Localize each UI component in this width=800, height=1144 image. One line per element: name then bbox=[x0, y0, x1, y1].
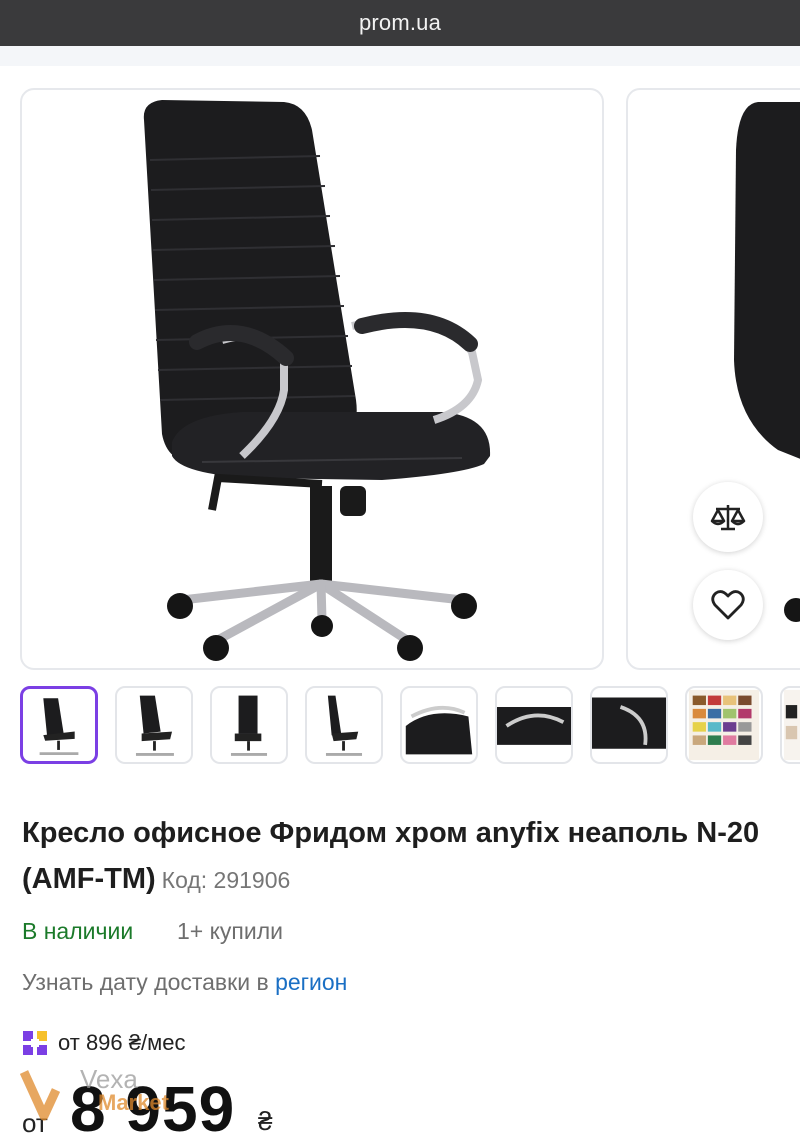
thumbnail-8[interactable] bbox=[685, 686, 763, 764]
thumbnail-2[interactable] bbox=[115, 686, 193, 764]
thumbnail-4[interactable] bbox=[305, 686, 383, 764]
thumbnail-strip[interactable] bbox=[20, 686, 800, 764]
product-title: Кресло офисное Фридом хром anyfix неапол… bbox=[22, 810, 792, 903]
wishlist-button[interactable] bbox=[693, 570, 763, 640]
installment-text: от 896 ₴/мес bbox=[58, 1030, 186, 1055]
watermark-logo: Vexa Market bbox=[19, 1064, 220, 1124]
price-currency: ₴ bbox=[258, 1106, 273, 1136]
watermark-text-2: Market bbox=[98, 1090, 169, 1115]
thumbnail-9[interactable] bbox=[780, 686, 800, 764]
thumbnail-7[interactable] bbox=[590, 686, 668, 764]
office-chair-image bbox=[143, 100, 491, 661]
page-top-strip bbox=[0, 46, 800, 66]
installment-offer[interactable]: от 896 ₴/мес bbox=[22, 1028, 185, 1058]
thumbnail-color-swatches-image bbox=[688, 689, 760, 761]
thumbnail-chair-image bbox=[230, 695, 268, 756]
installment-logo-icon bbox=[23, 1031, 47, 1055]
product-main-photo[interactable] bbox=[20, 88, 604, 670]
thumbnail-5[interactable] bbox=[400, 686, 478, 764]
browser-address-bar[interactable]: prom.ua bbox=[0, 0, 800, 46]
delivery-text: Узнать дату доставки в bbox=[22, 969, 269, 995]
product-code: Код: 291906 bbox=[161, 867, 291, 893]
thumbnail-swatch-card-image bbox=[783, 689, 800, 761]
vexa-logo-icon bbox=[19, 1070, 61, 1121]
thumbnail-6[interactable] bbox=[495, 686, 573, 764]
thumbnail-3[interactable] bbox=[210, 686, 288, 764]
thumbnail-chair-image bbox=[135, 695, 174, 756]
thumbnail-chair-image bbox=[325, 695, 363, 756]
thumbnail-armrest-image bbox=[592, 697, 666, 749]
availability-status: В наличии bbox=[22, 918, 134, 944]
product-title-text: Кресло офисное Фридом хром anyfix неапол… bbox=[22, 817, 760, 895]
url-text: prom.ua bbox=[358, 10, 442, 35]
purchase-count: 1+ купили bbox=[177, 918, 284, 944]
scale-icon bbox=[710, 505, 746, 531]
heart-icon bbox=[711, 590, 745, 620]
delivery-info: Узнать дату доставки в регион bbox=[22, 969, 347, 996]
region-link[interactable]: регион bbox=[275, 969, 347, 995]
compare-button[interactable] bbox=[693, 482, 763, 552]
thumbnail-chair-image bbox=[39, 698, 79, 755]
thumbnail-armrest-image bbox=[497, 706, 571, 745]
thumbnail-armrest-image bbox=[405, 705, 473, 755]
thumbnail-1[interactable] bbox=[20, 686, 98, 764]
